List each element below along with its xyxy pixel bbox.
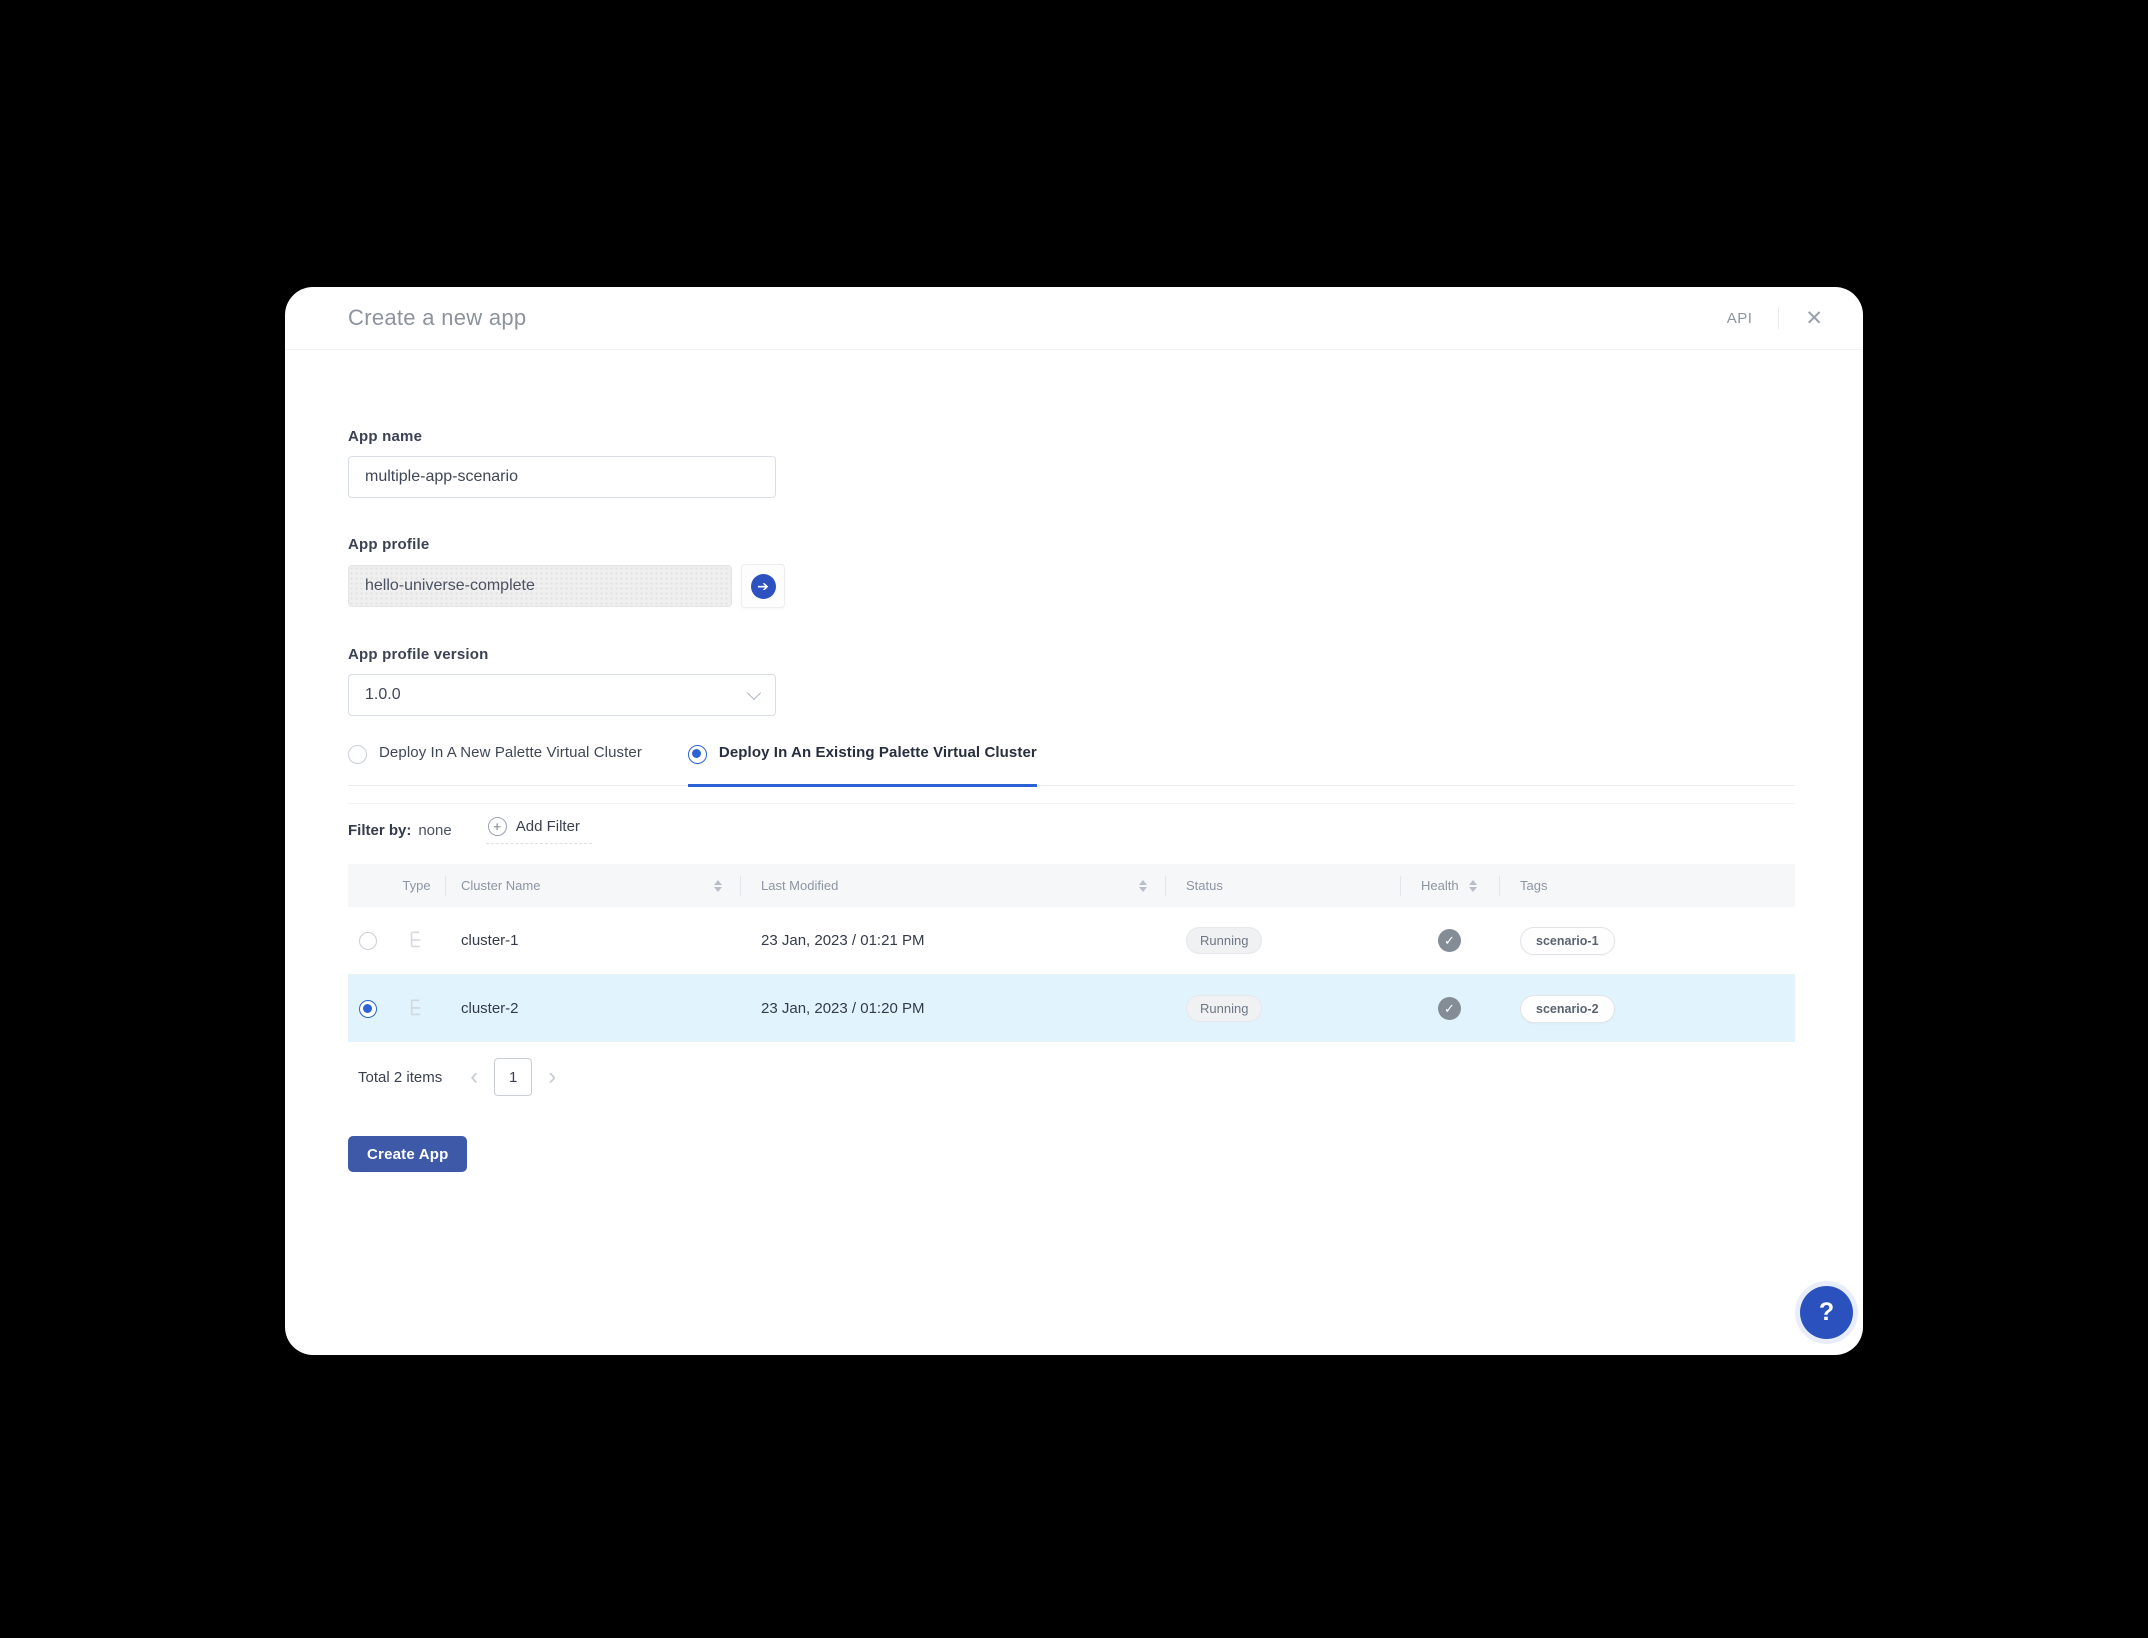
dialog-title: Create a new app	[348, 305, 1727, 331]
app-profile-label: App profile	[348, 536, 1795, 553]
app-name-input[interactable]	[348, 456, 776, 498]
row2-tag: scenario-2	[1520, 995, 1615, 1023]
row2-radio-selected[interactable]	[359, 1000, 377, 1018]
row1-select-cell	[348, 907, 388, 974]
row1-status-badge: Running	[1186, 927, 1262, 954]
tab-deploy-existing-cluster-label: Deploy In An Existing Palette Virtual Cl…	[719, 744, 1037, 761]
row2-type-cell	[388, 975, 445, 1042]
filter-by-value: none	[418, 822, 451, 839]
header-health-label: Health	[1421, 878, 1459, 893]
header-tags: Tags	[1499, 864, 1795, 907]
header-select-column	[348, 864, 388, 907]
next-page-icon[interactable]: ›	[544, 1065, 560, 1089]
row1-radio-unselected[interactable]	[359, 932, 377, 950]
deploy-mode-tabs: Deploy In A New Palette Virtual Cluster …	[348, 742, 1795, 786]
app-name-label: App name	[348, 428, 1795, 445]
filter-by-label: Filter by:	[348, 822, 411, 839]
create-app-button[interactable]: Create App	[348, 1136, 467, 1172]
app-profile-input	[348, 565, 732, 607]
app-profile-row: ➔	[348, 564, 1795, 608]
row2-last-modified: 23 Jan, 2023 / 01:20 PM	[740, 975, 1165, 1042]
pagination-bar: Total 2 items ‹ 1 ›	[348, 1058, 1795, 1096]
row2-cluster-name: cluster-2	[445, 975, 740, 1042]
row1-health-cell: ✓	[1400, 907, 1499, 974]
clusters-table: Type Cluster Name Last Modified Status H…	[348, 864, 1795, 1042]
row1-tag: scenario-1	[1520, 927, 1615, 955]
row1-type-cell	[388, 907, 445, 974]
plus-circle-icon: +	[488, 817, 507, 836]
app-name-field-group: App name	[348, 428, 1795, 498]
virtual-cluster-type-icon	[404, 996, 430, 1022]
row1-status-cell: Running	[1165, 907, 1400, 974]
table-header-row: Type Cluster Name Last Modified Status H…	[348, 864, 1795, 907]
add-filter-button[interactable]: + Add Filter	[486, 817, 592, 844]
sort-last-modified-icon[interactable]	[1139, 880, 1147, 892]
header-status: Status	[1165, 864, 1400, 907]
table-row-cluster-2[interactable]: cluster-2 23 Jan, 2023 / 01:20 PM Runnin…	[348, 975, 1795, 1042]
header-cluster-name: Cluster Name	[445, 864, 740, 907]
row1-health-check-icon: ✓	[1438, 929, 1461, 952]
total-items-label: Total 2 items	[358, 1069, 442, 1086]
header-last-modified-label: Last Modified	[761, 878, 838, 893]
app-profile-field-group: App profile ➔	[348, 536, 1795, 608]
row2-health-check-icon: ✓	[1438, 997, 1461, 1020]
header-cluster-name-label: Cluster Name	[461, 878, 540, 893]
header-actions: API ✕	[1727, 307, 1823, 329]
open-app-profile-button[interactable]: ➔	[741, 564, 785, 608]
screen-background: Create a new app API ✕ App name App prof…	[0, 0, 2148, 1638]
header-last-modified: Last Modified	[740, 864, 1165, 907]
header-type: Type	[388, 864, 445, 907]
dialog-body: App name App profile ➔ App profile versi…	[285, 428, 1863, 1172]
header-health: Health	[1400, 864, 1499, 907]
header-tags-label: Tags	[1520, 878, 1547, 893]
tab-deploy-existing-cluster[interactable]: Deploy In An Existing Palette Virtual Cl…	[688, 742, 1037, 787]
api-link[interactable]: API	[1727, 310, 1753, 327]
radio-selected-icon	[688, 745, 707, 764]
tab-deploy-new-cluster[interactable]: Deploy In A New Palette Virtual Cluster	[348, 742, 642, 785]
row2-select-cell	[348, 975, 388, 1042]
header-status-label: Status	[1186, 878, 1223, 893]
row1-tags-cell: scenario-1	[1499, 907, 1795, 974]
help-button[interactable]: ?	[1800, 1286, 1853, 1339]
app-profile-version-select[interactable]: 1.0.0	[348, 674, 776, 716]
table-row-cluster-1[interactable]: cluster-1 23 Jan, 2023 / 01:21 PM Runnin…	[348, 907, 1795, 975]
sort-cluster-name-icon[interactable]	[714, 880, 722, 892]
current-page-button[interactable]: 1	[494, 1058, 532, 1096]
tab-deploy-new-cluster-label: Deploy In A New Palette Virtual Cluster	[379, 744, 642, 761]
chevron-down-icon	[747, 686, 761, 700]
arrow-right-icon: ➔	[751, 574, 776, 599]
sort-health-icon[interactable]	[1469, 880, 1477, 892]
radio-unselected-icon	[348, 745, 367, 764]
create-app-dialog: Create a new app API ✕ App name App prof…	[285, 287, 1863, 1355]
header-divider	[1778, 307, 1779, 329]
row2-tags-cell: scenario-2	[1499, 975, 1795, 1042]
selected-version: 1.0.0	[365, 686, 401, 704]
virtual-cluster-type-icon	[404, 928, 430, 954]
row2-status-cell: Running	[1165, 975, 1400, 1042]
dialog-header: Create a new app API ✕	[285, 287, 1863, 350]
row1-cluster-name: cluster-1	[445, 907, 740, 974]
previous-page-icon[interactable]: ‹	[466, 1065, 482, 1089]
question-mark-icon: ?	[1819, 1298, 1834, 1327]
filter-bar: Filter by: none + Add Filter	[348, 804, 1795, 857]
app-profile-version-field-group: App profile version 1.0.0	[348, 646, 1795, 716]
row1-last-modified: 23 Jan, 2023 / 01:21 PM	[740, 907, 1165, 974]
row2-status-badge: Running	[1186, 995, 1262, 1022]
app-profile-version-label: App profile version	[348, 646, 1795, 663]
add-filter-label: Add Filter	[516, 818, 580, 835]
row2-health-cell: ✓	[1400, 975, 1499, 1042]
close-icon[interactable]: ✕	[1805, 308, 1823, 329]
